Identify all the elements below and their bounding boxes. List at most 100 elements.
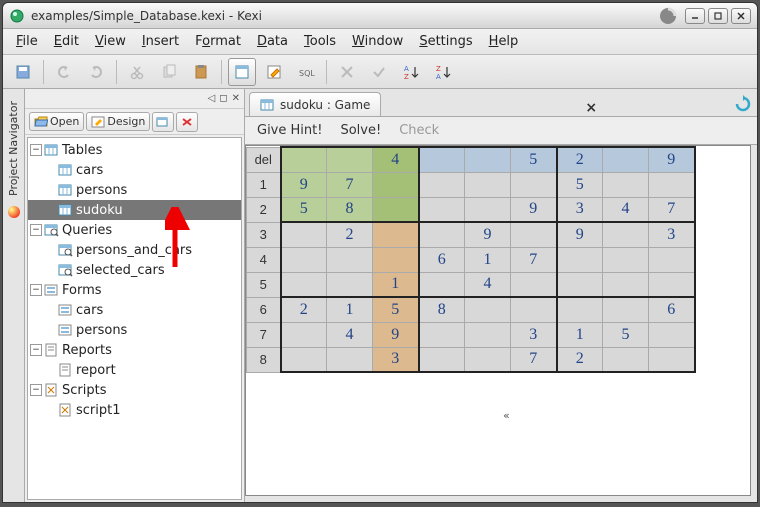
- tree-item-persons[interactable]: persons: [28, 180, 241, 200]
- sudoku-cell[interactable]: [327, 347, 373, 372]
- tree-item-persons[interactable]: persons: [28, 320, 241, 340]
- sudoku-cell[interactable]: [465, 347, 511, 372]
- sudoku-cell[interactable]: 9: [281, 172, 327, 197]
- sudoku-cell[interactable]: [649, 347, 695, 372]
- sudoku-cell[interactable]: 7: [511, 347, 557, 372]
- tree-group-tables[interactable]: −Tables: [28, 140, 241, 160]
- give-hint-button[interactable]: Give Hint!: [257, 123, 322, 138]
- check-button[interactable]: Check: [399, 123, 439, 138]
- menu-window[interactable]: Window: [345, 32, 410, 51]
- sudoku-cell[interactable]: [281, 322, 327, 347]
- sudoku-cell[interactable]: [281, 147, 327, 172]
- data-view-icon[interactable]: [228, 58, 256, 86]
- menu-tools[interactable]: Tools: [297, 32, 343, 51]
- paste-icon[interactable]: [187, 58, 215, 86]
- tree-group-queries[interactable]: −Queries: [28, 220, 241, 240]
- tree-item-report[interactable]: report: [28, 360, 241, 380]
- tree-toggle-icon[interactable]: −: [30, 144, 42, 156]
- tree-item-cars[interactable]: cars: [28, 160, 241, 180]
- sudoku-cell[interactable]: [465, 297, 511, 322]
- nav-design-button[interactable]: Design: [86, 112, 150, 131]
- tree-item-persons-and-cars[interactable]: persons_and_cars: [28, 240, 241, 260]
- sudoku-cell[interactable]: [511, 172, 557, 197]
- sudoku-cell[interactable]: 3: [557, 197, 603, 222]
- close-panel-icon[interactable]: ✕: [232, 93, 240, 104]
- sudoku-cell[interactable]: [557, 272, 603, 297]
- sudoku-cell[interactable]: 1: [327, 297, 373, 322]
- tree-group-scripts[interactable]: −Scripts: [28, 380, 241, 400]
- sudoku-cell[interactable]: 6: [649, 297, 695, 322]
- sort-desc-icon[interactable]: ZA: [429, 58, 457, 86]
- tab-close-icon[interactable]: ×: [585, 100, 597, 116]
- sudoku-cell[interactable]: [603, 297, 649, 322]
- maximize-button[interactable]: [708, 8, 728, 24]
- sudoku-cell[interactable]: [373, 172, 419, 197]
- sort-asc-icon[interactable]: AZ: [397, 58, 425, 86]
- nav-new-button[interactable]: [152, 112, 174, 132]
- tree-group-forms[interactable]: −Forms: [28, 280, 241, 300]
- sidebar-tab[interactable]: Project Navigator: [3, 89, 25, 502]
- sudoku-cell[interactable]: [281, 222, 327, 247]
- cut-icon[interactable]: [123, 58, 151, 86]
- tree-toggle-icon[interactable]: −: [30, 384, 42, 396]
- sudoku-cell[interactable]: 2: [557, 147, 603, 172]
- sudoku-cell[interactable]: 8: [419, 297, 465, 322]
- menu-data[interactable]: Data: [250, 32, 295, 51]
- expand-chevrons-icon[interactable]: «: [503, 409, 510, 422]
- tree-item-selected-cars[interactable]: selected_cars: [28, 260, 241, 280]
- minimize-button[interactable]: [685, 8, 705, 24]
- menu-file[interactable]: File: [9, 32, 45, 51]
- sudoku-cell[interactable]: 8: [327, 197, 373, 222]
- undock-icon[interactable]: ◻: [219, 93, 227, 104]
- tab-sudoku-game[interactable]: sudoku : Game: [249, 92, 381, 116]
- cancel-icon[interactable]: [333, 58, 361, 86]
- menu-format[interactable]: Format: [188, 32, 248, 51]
- sudoku-cell[interactable]: 1: [465, 247, 511, 272]
- sudoku-cell[interactable]: [603, 247, 649, 272]
- refresh-icon[interactable]: [733, 94, 753, 114]
- sudoku-cell[interactable]: [649, 247, 695, 272]
- sudoku-cell[interactable]: 9: [511, 197, 557, 222]
- menu-edit[interactable]: Edit: [47, 32, 86, 51]
- sudoku-cell[interactable]: [649, 322, 695, 347]
- sudoku-cell[interactable]: 5: [603, 322, 649, 347]
- sudoku-cell[interactable]: 2: [557, 347, 603, 372]
- tree-toggle-icon[interactable]: −: [30, 284, 42, 296]
- sudoku-cell[interactable]: [419, 172, 465, 197]
- sudoku-cell[interactable]: [603, 347, 649, 372]
- sudoku-cell[interactable]: [281, 247, 327, 272]
- sudoku-cell[interactable]: 5: [511, 147, 557, 172]
- sudoku-cell[interactable]: 4: [603, 197, 649, 222]
- sudoku-cell[interactable]: 4: [465, 272, 511, 297]
- design-view-icon[interactable]: [260, 58, 288, 86]
- tree-toggle-icon[interactable]: −: [30, 344, 42, 356]
- sudoku-cell[interactable]: [603, 222, 649, 247]
- sudoku-cell[interactable]: 2: [281, 297, 327, 322]
- sudoku-cell[interactable]: [649, 172, 695, 197]
- sudoku-cell[interactable]: 9: [649, 147, 695, 172]
- close-button[interactable]: [731, 8, 751, 24]
- copy-icon[interactable]: [155, 58, 183, 86]
- sudoku-cell[interactable]: 4: [373, 147, 419, 172]
- sudoku-cell[interactable]: [373, 197, 419, 222]
- sudoku-cell[interactable]: [465, 172, 511, 197]
- tree-group-reports[interactable]: −Reports: [28, 340, 241, 360]
- sudoku-cell[interactable]: 7: [511, 247, 557, 272]
- object-tree[interactable]: −Tablescarspersonssudoku−Queriespersons_…: [27, 137, 242, 500]
- redo-icon[interactable]: [82, 58, 110, 86]
- sudoku-cell[interactable]: [373, 247, 419, 272]
- sudoku-cell[interactable]: [281, 272, 327, 297]
- sudoku-cell[interactable]: 2: [327, 222, 373, 247]
- sudoku-cell[interactable]: 3: [373, 347, 419, 372]
- sudoku-cell[interactable]: 7: [649, 197, 695, 222]
- tree-item-script1[interactable]: script1: [28, 400, 241, 420]
- sudoku-cell[interactable]: 3: [649, 222, 695, 247]
- accept-icon[interactable]: [365, 58, 393, 86]
- sudoku-cell[interactable]: [419, 272, 465, 297]
- sudoku-cell[interactable]: [419, 322, 465, 347]
- menu-help[interactable]: Help: [482, 32, 526, 51]
- nav-open-button[interactable]: Open: [29, 112, 84, 131]
- menu-settings[interactable]: Settings: [412, 32, 479, 51]
- sudoku-cell[interactable]: [649, 272, 695, 297]
- menu-insert[interactable]: Insert: [135, 32, 186, 51]
